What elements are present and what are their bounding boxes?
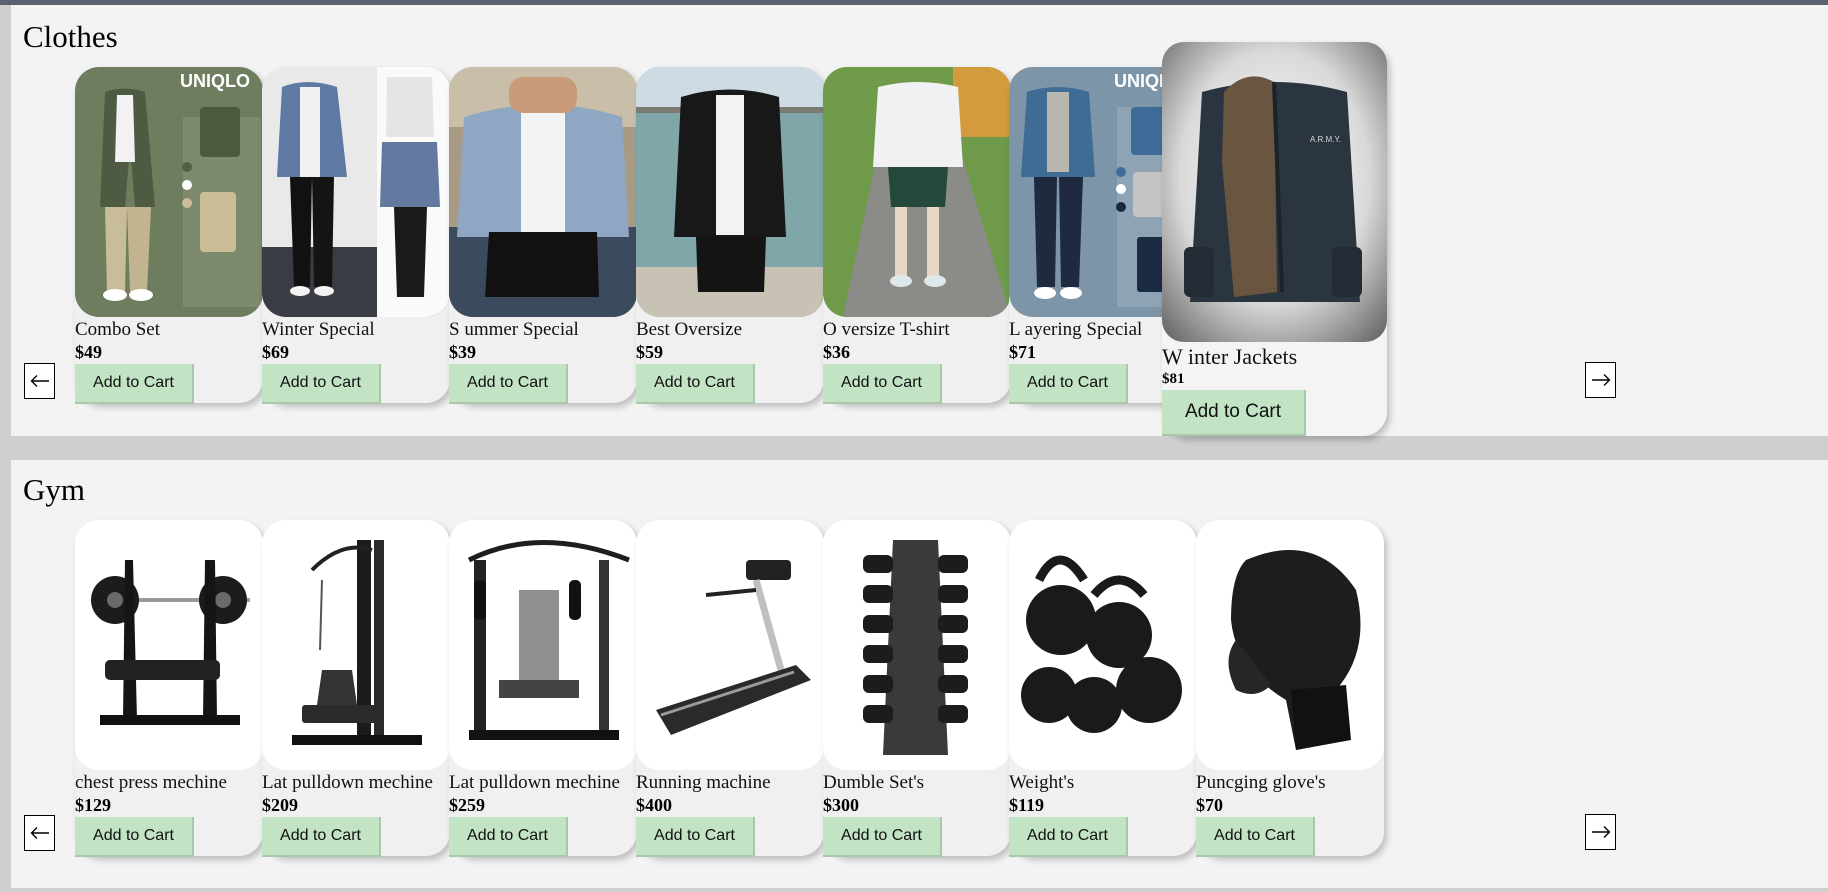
- product-image: [75, 520, 263, 770]
- gym-prev-button[interactable]: [24, 815, 55, 851]
- product-image: [262, 67, 450, 317]
- add-to-cart-button[interactable]: Add to Cart: [1009, 817, 1128, 857]
- arrow-left-icon: [30, 827, 49, 839]
- product-image: [823, 520, 1011, 770]
- product-price: $70: [1196, 795, 1223, 815]
- arrow-right-icon: [1591, 374, 1610, 386]
- product-name: chest press mechine: [75, 772, 227, 793]
- product-card: Puncging glove's $70 Add to Cart: [1196, 520, 1384, 857]
- product-card: Best Oversize $59 Add to Cart: [636, 67, 824, 404]
- product-card: UNIQLO Combo Set $49 Add to Cart: [75, 67, 263, 404]
- product-image: [636, 67, 824, 317]
- product-image: [1196, 520, 1384, 770]
- add-to-cart-button[interactable]: Add to Cart: [262, 817, 381, 857]
- add-to-cart-button[interactable]: Add to Cart: [1009, 364, 1128, 404]
- brand-logo-text: UNIQLO: [180, 71, 250, 91]
- product-name: Lat pulldown mechine: [262, 772, 433, 793]
- product-name: Combo Set: [75, 319, 160, 340]
- product-card: Lat pulldown mechine $209 Add to Cart: [262, 520, 450, 857]
- product-price: $49: [75, 342, 102, 362]
- add-to-cart-button[interactable]: Add to Cart: [823, 364, 942, 404]
- product-name: Weight's: [1009, 772, 1075, 793]
- product-name: L ayering Special: [1009, 319, 1143, 340]
- product-card-featured: A.R.M.Y. W inter Jackets $81 Add to Cart: [1162, 42, 1387, 436]
- product-price: $59: [636, 342, 663, 362]
- product-card: Weight's $119 Add to Cart: [1009, 520, 1197, 857]
- product-image: UNIQLO: [75, 67, 263, 317]
- product-price: $129: [75, 795, 111, 815]
- clothes-section: Clothes UNIQLO Combo Set $49 Add to Cart…: [11, 5, 1828, 436]
- product-image: [636, 520, 824, 770]
- add-to-cart-button[interactable]: Add to Cart: [449, 364, 568, 404]
- product-card: S ummer Special $39 Add to Cart: [449, 67, 637, 404]
- product-price: $39: [449, 342, 476, 362]
- product-card: chest press mechine $129 Add to Cart: [75, 520, 263, 857]
- add-to-cart-button[interactable]: Add to Cart: [449, 817, 568, 857]
- product-price: $209: [262, 795, 298, 815]
- clothes-prev-button[interactable]: [24, 363, 55, 399]
- product-card: Dumble Set's $300 Add to Cart: [823, 520, 1011, 857]
- section-title-gym: Gym: [23, 472, 85, 507]
- arrow-left-icon: [30, 375, 49, 387]
- product-price: $259: [449, 795, 485, 815]
- product-name: Winter Special: [262, 319, 375, 340]
- product-price: $119: [1009, 795, 1045, 815]
- add-to-cart-button[interactable]: Add to Cart: [823, 817, 942, 857]
- section-title-clothes: Clothes: [23, 19, 118, 54]
- product-card: Winter Special $69 Add to Cart: [262, 67, 450, 404]
- product-image: [1009, 520, 1197, 770]
- gym-section: Gym chest press mechine $129 Add to Cart: [11, 460, 1828, 888]
- add-to-cart-button[interactable]: Add to Cart: [75, 817, 194, 857]
- product-name: Dumble Set's: [823, 772, 925, 793]
- product-price: $69: [262, 342, 289, 362]
- product-image: [262, 520, 450, 770]
- product-card: O versize T-shirt $36 Add to Cart: [823, 67, 1011, 404]
- add-to-cart-button[interactable]: Add to Cart: [1196, 817, 1315, 857]
- product-name: Running machine: [636, 772, 771, 793]
- product-name: O versize T-shirt: [823, 319, 950, 340]
- product-image: [449, 67, 637, 317]
- product-card: Lat pulldown mechine $259 Add to Cart: [449, 520, 637, 857]
- add-to-cart-button[interactable]: Add to Cart: [1162, 390, 1306, 436]
- product-price: $300: [823, 795, 859, 815]
- product-card: Running machine $400 Add to Cart: [636, 520, 824, 857]
- add-to-cart-button[interactable]: Add to Cart: [636, 364, 755, 404]
- svg-text:A.R.M.Y.: A.R.M.Y.: [1310, 135, 1341, 144]
- product-image: [823, 67, 1011, 317]
- product-price: $71: [1009, 342, 1036, 362]
- gym-next-button[interactable]: [1585, 814, 1616, 850]
- product-name: W inter Jackets: [1162, 344, 1298, 369]
- product-price: $36: [823, 342, 850, 362]
- add-to-cart-button[interactable]: Add to Cart: [262, 364, 381, 404]
- add-to-cart-button[interactable]: Add to Cart: [75, 364, 194, 404]
- arrow-right-icon: [1591, 826, 1610, 838]
- product-price: $81: [1162, 371, 1185, 387]
- product-name: S ummer Special: [449, 319, 579, 340]
- product-image: A.R.M.Y.: [1162, 42, 1387, 342]
- product-image: [449, 520, 637, 770]
- add-to-cart-button[interactable]: Add to Cart: [636, 817, 755, 857]
- product-name: Best Oversize: [636, 319, 743, 340]
- product-name: Puncging glove's: [1196, 772, 1326, 793]
- clothes-next-button[interactable]: [1585, 362, 1616, 398]
- product-price: $400: [636, 795, 672, 815]
- product-name: Lat pulldown mechine: [449, 772, 620, 793]
